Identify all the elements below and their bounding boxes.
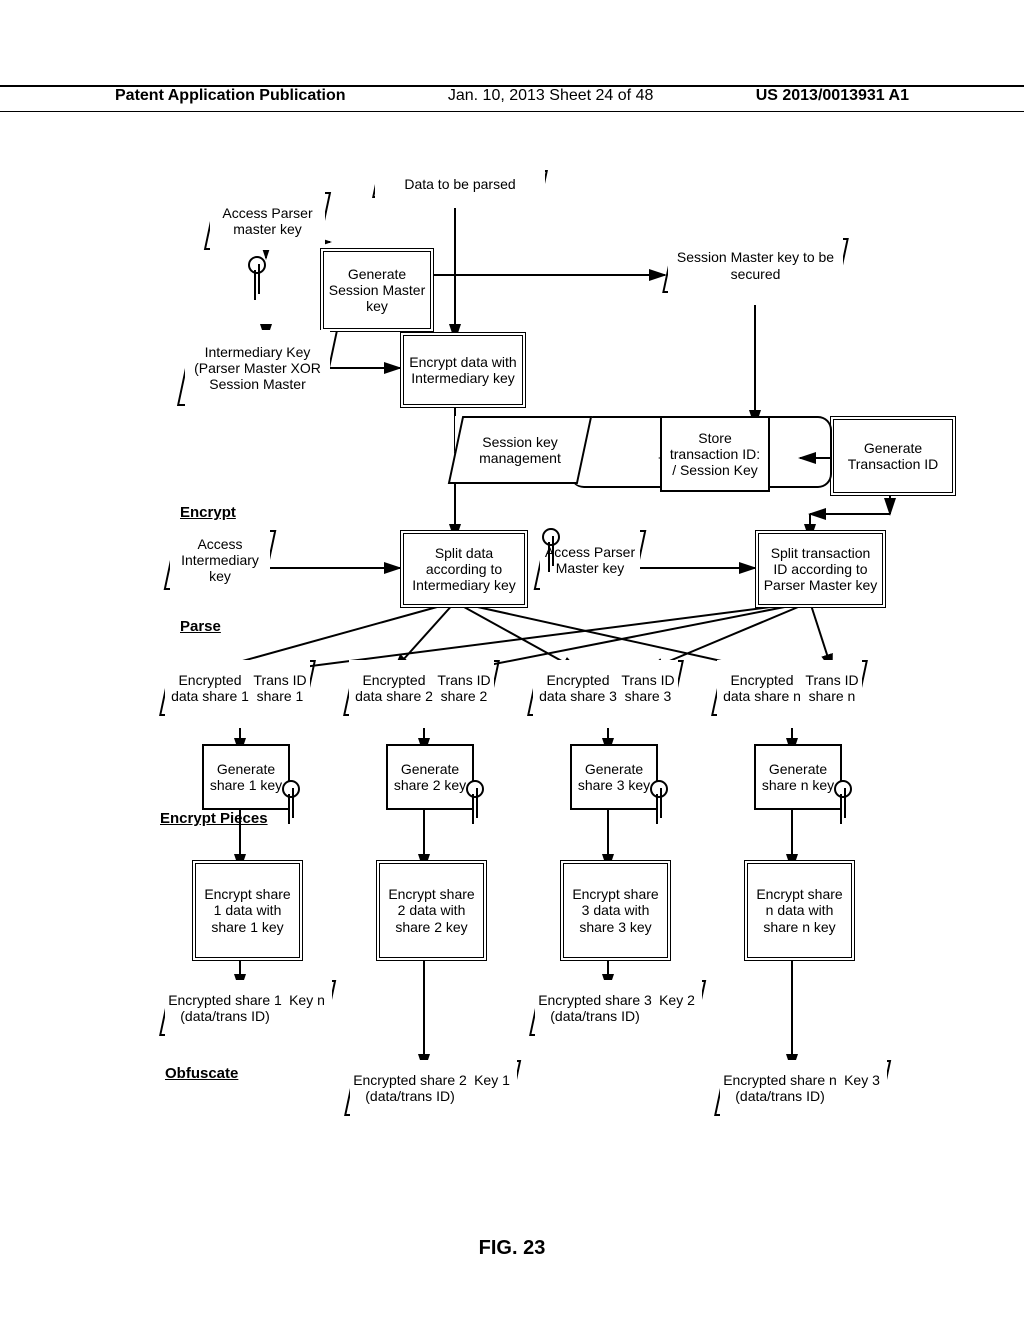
section-encrypt: Encrypt <box>180 504 236 521</box>
enc-data-share-2: Encrypted data share 2 <box>349 660 439 716</box>
enc-data-share-3: Encrypted data share 3 <box>533 660 623 716</box>
generate-session-master-key: Generate Session Master key <box>320 248 434 332</box>
section-encrypt-pieces: Encrypt Pieces <box>160 810 268 827</box>
out-share-2: Encrypted share 2 (data/trans ID) <box>350 1060 470 1116</box>
trans-id-share-n: Trans ID share n <box>802 660 862 716</box>
gen-share-n-key: Generate share n key <box>754 744 842 810</box>
access-parser-master-key: Access Parser master key <box>210 192 325 250</box>
out-share-3: Encrypted share 3 (data/trans ID) <box>535 980 655 1036</box>
trans-id-share-1: Trans ID share 1 <box>250 660 310 716</box>
session-master-key-to-be-secured: Session Master key to be secured <box>668 238 843 293</box>
key-icon <box>540 528 560 574</box>
out-key-1: Key 1 <box>467 1060 517 1100</box>
split-data-intermediary: Split data according to Intermediary key <box>400 530 528 608</box>
split-transaction-id: Split transaction ID according to Parser… <box>755 530 886 608</box>
out-key-2: Key 2 <box>652 980 702 1020</box>
gen-share-3-key: Generate share 3 key <box>570 744 658 810</box>
encrypt-share-1: Encrypt share 1 data with share 1 key <box>192 860 303 961</box>
gen-share-1-key: Generate share 1 key <box>202 744 290 810</box>
key-icon <box>280 780 300 826</box>
enc-data-share-n: Encrypted data share n <box>717 660 807 716</box>
session-key-management: Session key management <box>455 416 585 484</box>
section-obfuscate: Obfuscate <box>165 1065 238 1082</box>
store-transaction-id: Store transaction ID: / Session Key <box>660 416 770 492</box>
gen-share-2-key: Generate share 2 key <box>386 744 474 810</box>
key-icon <box>648 780 668 826</box>
data-to-be-parsed: Data to be parsed <box>375 170 545 198</box>
generate-transaction-id: Generate Transaction ID <box>830 416 956 496</box>
access-intermediary-key: Access Intermediary key <box>170 530 270 590</box>
header-mid: Jan. 10, 2013 Sheet 24 of 48 <box>448 87 654 105</box>
key-icon <box>246 256 266 302</box>
header: Patent Application Publication Jan. 10, … <box>0 85 1024 112</box>
trans-id-share-2: Trans ID share 2 <box>434 660 494 716</box>
figure-label: FIG. 23 <box>0 1237 1024 1260</box>
section-parse: Parse <box>180 618 221 635</box>
diagram: Data to be parsed Access Parser master k… <box>110 160 914 1240</box>
encrypt-share-2: Encrypt share 2 data with share 2 key <box>376 860 487 961</box>
out-share-n: Encrypted share n (data/trans ID) <box>720 1060 840 1116</box>
out-share-1: Encrypted share 1 (data/trans ID) <box>165 980 285 1036</box>
encrypt-share-n: Encrypt share n data with share n key <box>744 860 855 961</box>
trans-id-share-3: Trans ID share 3 <box>618 660 678 716</box>
intermediary-key: Intermediary Key (Parser Master XOR Sess… <box>185 330 330 406</box>
encrypt-data-intermediary: Encrypt data with Intermediary key <box>400 332 526 408</box>
out-key-3: Key 3 <box>837 1060 887 1100</box>
key-icon <box>832 780 852 826</box>
header-left: Patent Application Publication <box>115 87 346 105</box>
header-right: US 2013/0013931 A1 <box>756 87 909 105</box>
key-icon <box>464 780 484 826</box>
enc-data-share-1: Encrypted data share 1 <box>165 660 255 716</box>
encrypt-share-3: Encrypt share 3 data with share 3 key <box>560 860 671 961</box>
page: Patent Application Publication Jan. 10, … <box>0 0 1024 1320</box>
out-key-n: Key n <box>282 980 332 1020</box>
